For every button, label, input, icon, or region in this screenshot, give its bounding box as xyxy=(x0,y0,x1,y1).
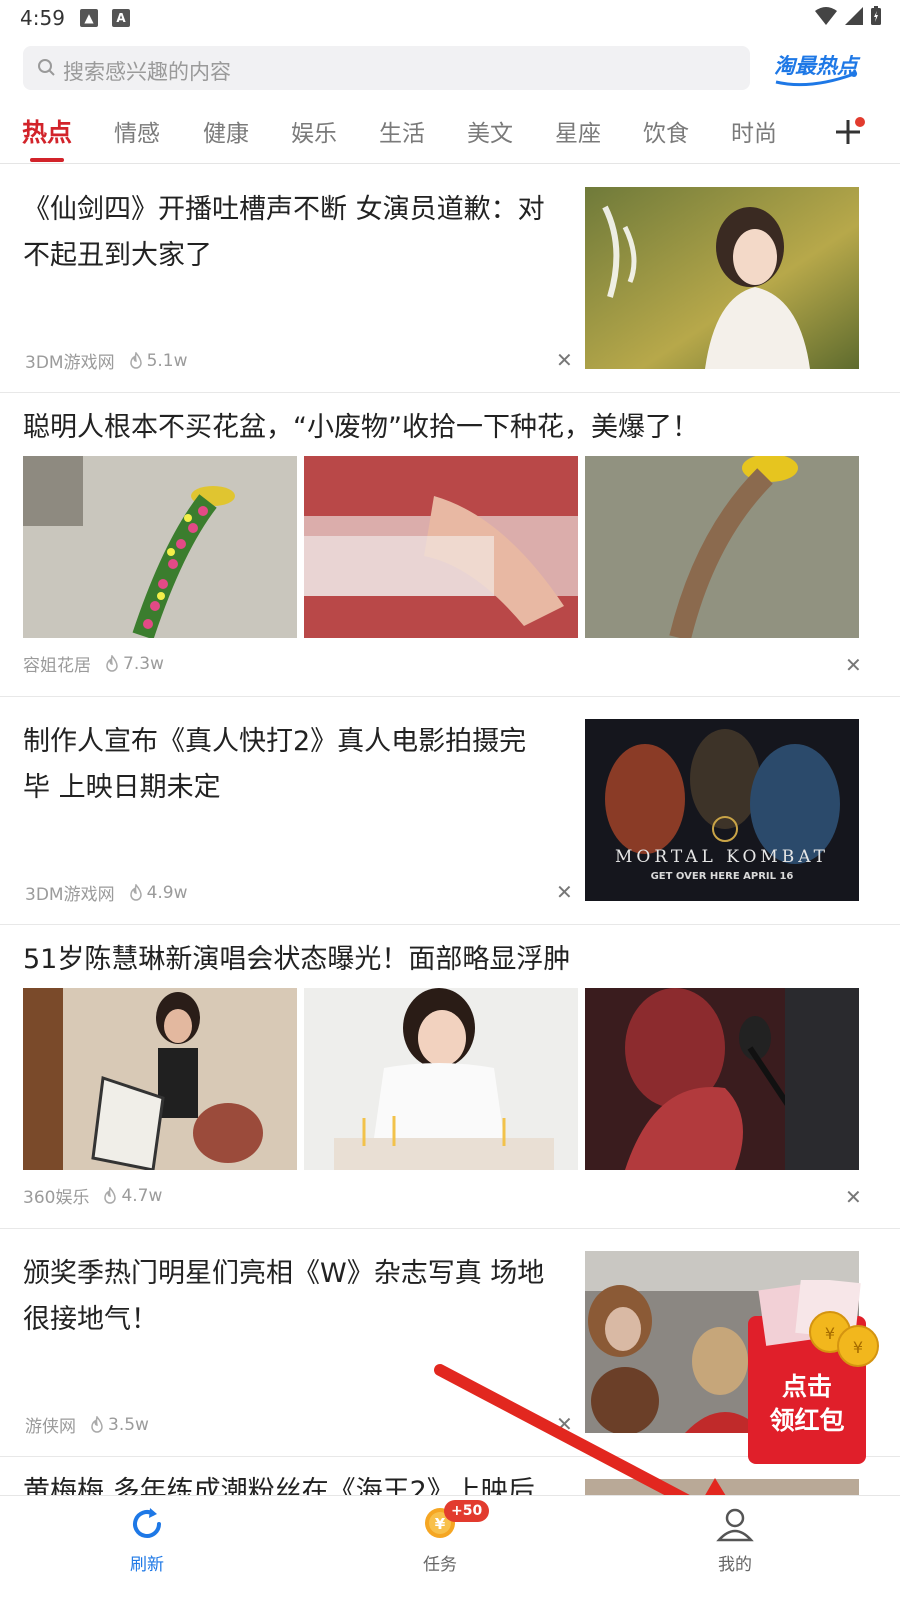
status-indicators xyxy=(814,6,882,26)
fire-icon xyxy=(129,883,142,901)
nav-refresh[interactable]: 刷新 xyxy=(87,1502,207,1575)
svg-text:¥: ¥ xyxy=(435,1515,446,1533)
signal-icon xyxy=(845,7,863,25)
red-packet-label: 点击 领红包 xyxy=(769,1372,845,1435)
bottom-navigation: 刷新 ¥ +50 任务 我的 xyxy=(0,1495,900,1600)
nav-tasks[interactable]: ¥ +50 任务 xyxy=(380,1500,500,1575)
nav-label: 刷新 xyxy=(130,1555,164,1575)
article-thumbnail[interactable] xyxy=(23,456,297,638)
article-title[interactable]: 51岁陈慧琳新演唱会状态曝光！面部略显浮肿 xyxy=(23,937,883,983)
status-bar: 4:59 ▲ A xyxy=(0,0,900,36)
article-heat: 3.5w xyxy=(108,1414,149,1435)
dismiss-icon[interactable]: ✕ xyxy=(556,882,573,902)
nav-label: 我的 xyxy=(718,1555,752,1575)
category-tabs: 热点 情感 健康 娱乐 生活 美文 星座 饮食 时尚 xyxy=(0,100,900,164)
add-tab-icon[interactable] xyxy=(832,114,868,150)
article-thumbnail[interactable] xyxy=(23,988,297,1170)
active-tab-indicator xyxy=(30,158,64,162)
article-title[interactable]: 《仙剑四》开播吐槽声不断 女演员道歉：对 不起丑到大家了 xyxy=(23,187,573,279)
article-heat: 7.3w xyxy=(123,653,164,674)
tab-emotion[interactable]: 情感 xyxy=(114,114,160,148)
svg-text:¥: ¥ xyxy=(825,1324,835,1343)
tab-hot[interactable]: 热点 xyxy=(22,113,72,149)
poster-title: MORTAL KOMBAT xyxy=(615,847,829,867)
tab-horoscope[interactable]: 星座 xyxy=(555,114,601,148)
article-meta: 3DM游戏网 5.1w xyxy=(25,348,188,374)
article-card[interactable]: 《仙剑四》开播吐槽声不断 女演员道歉：对 不起丑到大家了 3DM游戏网 5.1w… xyxy=(0,165,900,393)
tab-health[interactable]: 健康 xyxy=(203,114,249,148)
article-meta: 3DM游戏网 4.9w xyxy=(25,880,188,906)
refresh-icon xyxy=(133,1508,161,1538)
article-title[interactable]: 颁奖季热门明星们亮相《W》杂志写真 场地 很接地气！ xyxy=(23,1251,573,1343)
battery-icon xyxy=(871,6,881,25)
fire-icon xyxy=(129,351,142,369)
article-thumbnail[interactable] xyxy=(585,988,859,1170)
dismiss-icon[interactable]: ✕ xyxy=(556,350,573,370)
brand-logo: 淘最热点 xyxy=(770,48,862,88)
nav-me[interactable]: 我的 xyxy=(675,1502,795,1575)
search-placeholder: 搜索感兴趣的内容 xyxy=(63,60,231,84)
tab-food[interactable]: 饮食 xyxy=(643,114,689,148)
article-thumbnail[interactable] xyxy=(304,988,578,1170)
article-title[interactable]: 聪明人根本不买花盆，“小废物”收拾一下种花，美爆了！ xyxy=(23,405,883,451)
red-packet-button[interactable]: ¥ ¥ 点击 领红包 xyxy=(748,1277,882,1464)
article-source: 3DM游戏网 xyxy=(25,353,115,373)
article-meta: 游侠网 3.5w xyxy=(25,1412,149,1438)
search-icon xyxy=(38,59,55,76)
article-title[interactable]: 制作人宣布《真人快打2》真人电影拍摄完 毕 上映日期未定 xyxy=(23,719,573,811)
article-thumbnail[interactable]: MORTAL KOMBAT GET OVER HERE APRIL 16 xyxy=(585,719,859,901)
article-heat: 5.1w xyxy=(146,350,188,371)
article-thumbnail[interactable] xyxy=(304,456,578,638)
font-app-icon: A xyxy=(112,9,130,27)
article-source: 360娱乐 xyxy=(23,1188,90,1208)
article-meta: 360娱乐 4.7w xyxy=(23,1183,163,1209)
tab-entertainment[interactable]: 娱乐 xyxy=(291,114,337,148)
article-card[interactable]: 51岁陈慧琳新演唱会状态曝光！面部略显浮肿 360娱乐 4.7w ✕ xyxy=(0,925,900,1229)
task-badge: +50 xyxy=(444,1500,490,1522)
article-thumbnail[interactable] xyxy=(585,187,859,369)
tab-fashion[interactable]: 时尚 xyxy=(731,114,777,148)
article-source: 容姐花居 xyxy=(23,656,91,676)
article-heat: 4.7w xyxy=(121,1185,163,1206)
poster-tagline: GET OVER HERE APRIL 16 xyxy=(650,871,794,882)
article-source: 游侠网 xyxy=(25,1417,76,1437)
fire-icon xyxy=(104,1186,117,1204)
brand-logo-text: 淘最热点 xyxy=(774,54,858,78)
article-source: 3DM游戏网 xyxy=(25,885,115,905)
tab-essays[interactable]: 美文 xyxy=(467,114,513,148)
gallery-icon: ▲ xyxy=(80,9,98,27)
article-card[interactable]: 聪明人根本不买花盆，“小废物”收拾一下种花，美爆了！ 容姐花居 7.3w ✕ xyxy=(0,393,900,697)
wifi-icon xyxy=(815,7,837,25)
article-thumbnail[interactable] xyxy=(585,456,859,638)
fire-icon xyxy=(106,654,118,672)
status-time: 4:59 xyxy=(20,6,65,30)
nav-label: 任务 xyxy=(423,1555,457,1575)
svg-text:¥: ¥ xyxy=(853,1338,863,1357)
search-input[interactable]: 搜索感兴趣的内容 xyxy=(23,46,750,90)
dismiss-icon[interactable]: ✕ xyxy=(845,655,862,675)
article-meta: 容姐花居 7.3w xyxy=(23,651,164,677)
dismiss-icon[interactable]: ✕ xyxy=(845,1187,862,1207)
tab-life[interactable]: 生活 xyxy=(379,114,425,148)
fire-icon xyxy=(91,1415,103,1433)
article-card[interactable]: 制作人宣布《真人快打2》真人电影拍摄完 毕 上映日期未定 3DM游戏网 4.9w… xyxy=(0,697,900,925)
article-heat: 4.9w xyxy=(146,882,188,903)
user-icon xyxy=(716,1508,754,1542)
